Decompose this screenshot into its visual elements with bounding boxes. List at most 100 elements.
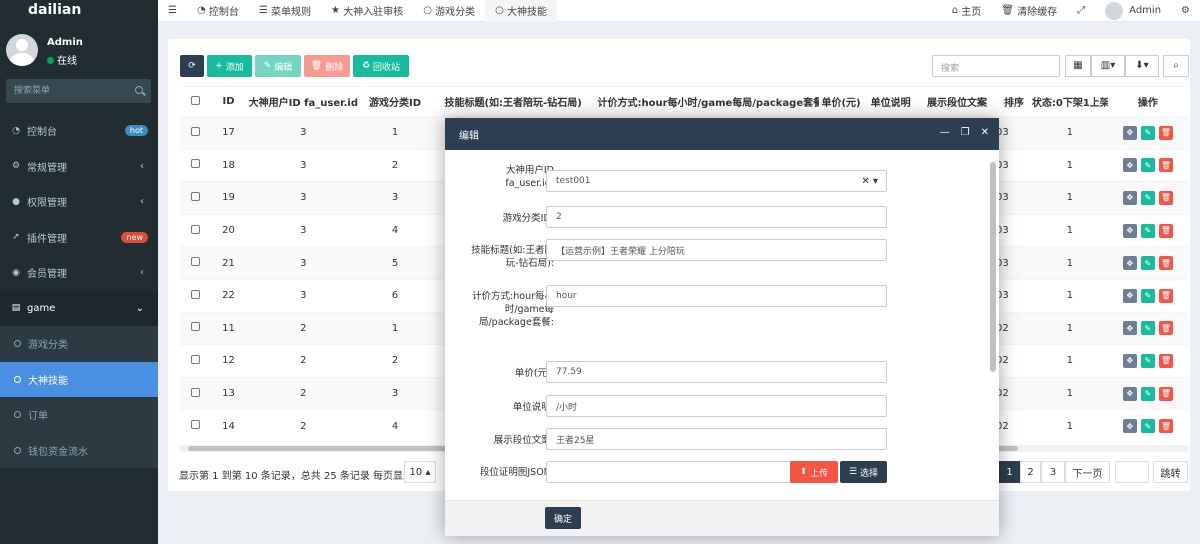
sidebar-search-input[interactable]	[6, 79, 126, 103]
recycle-bin-button[interactable]: ♻ 回收站	[353, 55, 409, 77]
export-icon[interactable]: ⬇▾	[1125, 55, 1159, 77]
row-checkbox[interactable]	[180, 246, 212, 280]
tab-dashboard[interactable]: ◔ 控制台	[187, 0, 249, 22]
sidebar-item-addon[interactable]: ➚ 插件管理 new	[0, 220, 158, 256]
minimize-icon[interactable]: —	[940, 127, 950, 138]
col-game-id[interactable]: 游戏分类ID	[361, 86, 429, 117]
toggle-view-icon[interactable]: ▦	[1065, 55, 1091, 77]
settings-gear-icon[interactable]: ⚙	[1171, 0, 1200, 22]
edit-button[interactable]: ✎ 编辑	[255, 55, 301, 77]
next-page[interactable]: 下一页	[1065, 461, 1110, 483]
admin-menu[interactable]: Admin	[1095, 0, 1171, 22]
modal-scrollbar[interactable]	[989, 156, 997, 496]
app-logo[interactable]: dailian	[0, 0, 158, 22]
drag-icon[interactable]: ✥	[1122, 256, 1137, 271]
pricing-input[interactable]: hour	[546, 285, 887, 307]
select-all-checkbox[interactable]	[180, 86, 212, 117]
col-status[interactable]: 状态:0下架1上架	[1031, 86, 1108, 117]
drag-icon[interactable]: ✥	[1122, 190, 1137, 205]
col-price[interactable]: 单价(元)	[818, 86, 864, 117]
row-checkbox[interactable]	[180, 376, 212, 410]
sidebar-subitem-wallet[interactable]: 钱包资金流水	[0, 432, 158, 468]
per-page-select[interactable]: 10 ▴	[404, 461, 436, 483]
jump-page-input[interactable]	[1115, 461, 1149, 483]
delete-icon[interactable]: 🗑	[1158, 353, 1173, 368]
edit-icon[interactable]: ✎	[1140, 419, 1155, 434]
delete-icon[interactable]: 🗑	[1158, 223, 1173, 238]
page-1[interactable]: 1	[999, 461, 1020, 483]
tab-game-category[interactable]: ○ 游戏分类	[413, 0, 485, 22]
choose-button[interactable]: ☰ 选择	[840, 461, 887, 483]
proof-json-input[interactable]	[546, 461, 792, 483]
row-checkbox[interactable]	[180, 213, 212, 247]
close-icon[interactable]: ✕	[981, 127, 989, 138]
sidebar-subitem-game-category[interactable]: 游戏分类	[0, 326, 158, 362]
fullscreen-icon[interactable]: ⤢	[1067, 0, 1095, 22]
delete-button[interactable]: 🗑 删除	[304, 55, 350, 77]
clear-cache-button[interactable]: 🗑 清除缓存	[991, 0, 1067, 22]
home-link[interactable]: ⌂ 主页	[942, 0, 992, 22]
col-pricing[interactable]: 计价方式:hour每小时/game每局/package套餐	[597, 86, 819, 117]
sidebar-subitem-orders[interactable]: 订单	[0, 397, 158, 433]
sidebar-item-dashboard[interactable]: ◔ 控制台 hot	[0, 113, 158, 149]
edit-icon[interactable]: ✎	[1140, 158, 1155, 173]
game-id-input[interactable]: 2	[546, 206, 887, 228]
refresh-button[interactable]: ⟳	[180, 55, 204, 77]
page-2[interactable]: 2	[1020, 461, 1041, 483]
drag-icon[interactable]: ✥	[1122, 353, 1137, 368]
add-button[interactable]: + 添加	[207, 55, 252, 77]
sidebar-item-auth[interactable]: ● 权限管理 ‹	[0, 184, 158, 220]
edit-icon[interactable]: ✎	[1140, 256, 1155, 271]
drag-icon[interactable]: ✥	[1122, 386, 1137, 401]
row-checkbox[interactable]	[180, 181, 212, 215]
edit-icon[interactable]: ✎	[1140, 190, 1155, 205]
tab-review[interactable]: ★ 大神入驻审核	[321, 0, 413, 22]
delete-icon[interactable]: 🗑	[1158, 125, 1173, 140]
delete-icon[interactable]: 🗑	[1158, 158, 1173, 173]
user-id-select[interactable]: test001 ✕ ▾	[546, 170, 887, 192]
col-user-id[interactable]: 大神用户ID fa_user.id	[245, 86, 362, 117]
confirm-button[interactable]: 确定	[545, 507, 581, 529]
edit-icon[interactable]: ✎	[1140, 353, 1155, 368]
edit-icon[interactable]: ✎	[1140, 223, 1155, 238]
drag-icon[interactable]: ✥	[1122, 125, 1137, 140]
edit-icon[interactable]: ✎	[1140, 321, 1155, 336]
row-checkbox[interactable]	[180, 148, 212, 182]
delete-icon[interactable]: 🗑	[1158, 419, 1173, 434]
sidebar-item-general[interactable]: ⚙ 常规管理 ‹	[0, 149, 158, 185]
sidebar-item-member[interactable]: ◉ 会员管理 ‹	[0, 255, 158, 291]
sidebar-item-game[interactable]: ▤ game ⌄	[0, 290, 158, 326]
edit-icon[interactable]: ✎	[1140, 288, 1155, 303]
col-id[interactable]: ID	[211, 86, 246, 117]
edit-icon[interactable]: ✎	[1140, 125, 1155, 140]
search-icon[interactable]: ⌕	[1163, 55, 1189, 77]
tab-skills[interactable]: ○ 大神技能	[485, 0, 557, 22]
col-title[interactable]: 技能标题(如:王者陪玩-钻石局)	[428, 86, 598, 117]
row-checkbox[interactable]	[180, 409, 212, 443]
maximize-icon[interactable]: ❐	[961, 127, 970, 138]
sidebar-subitem-skills[interactable]: 大神技能	[0, 361, 158, 397]
price-input[interactable]: 77.59	[546, 361, 887, 383]
drag-icon[interactable]: ✥	[1122, 419, 1137, 434]
tab-menu-rules[interactable]: ☰ 菜单规则	[249, 0, 321, 22]
delete-icon[interactable]: 🗑	[1158, 386, 1173, 401]
col-sort[interactable]: 排序	[996, 86, 1032, 117]
col-unit[interactable]: 单位说明	[863, 86, 919, 117]
search-icon[interactable]	[135, 86, 143, 94]
rank-input[interactable]: 王者25星	[546, 428, 887, 450]
upload-button[interactable]: ⬆ 上传	[790, 461, 838, 483]
edit-icon[interactable]: ✎	[1140, 386, 1155, 401]
page-3[interactable]: 3	[1041, 461, 1065, 483]
row-checkbox[interactable]	[180, 344, 212, 378]
drag-icon[interactable]: ✥	[1122, 288, 1137, 303]
row-checkbox[interactable]	[180, 311, 212, 345]
menu-toggle-icon[interactable]: ☰	[158, 0, 187, 22]
row-checkbox[interactable]	[180, 278, 212, 313]
clear-chevron-icon[interactable]: ✕ ▾	[861, 176, 878, 187]
jump-button[interactable]: 跳转	[1153, 461, 1188, 483]
drag-icon[interactable]: ✥	[1122, 223, 1137, 238]
unit-input[interactable]: /小时	[546, 395, 887, 417]
delete-icon[interactable]: 🗑	[1158, 190, 1173, 205]
table-search-input[interactable]: 搜索	[932, 55, 1060, 77]
drag-icon[interactable]: ✥	[1122, 158, 1137, 173]
